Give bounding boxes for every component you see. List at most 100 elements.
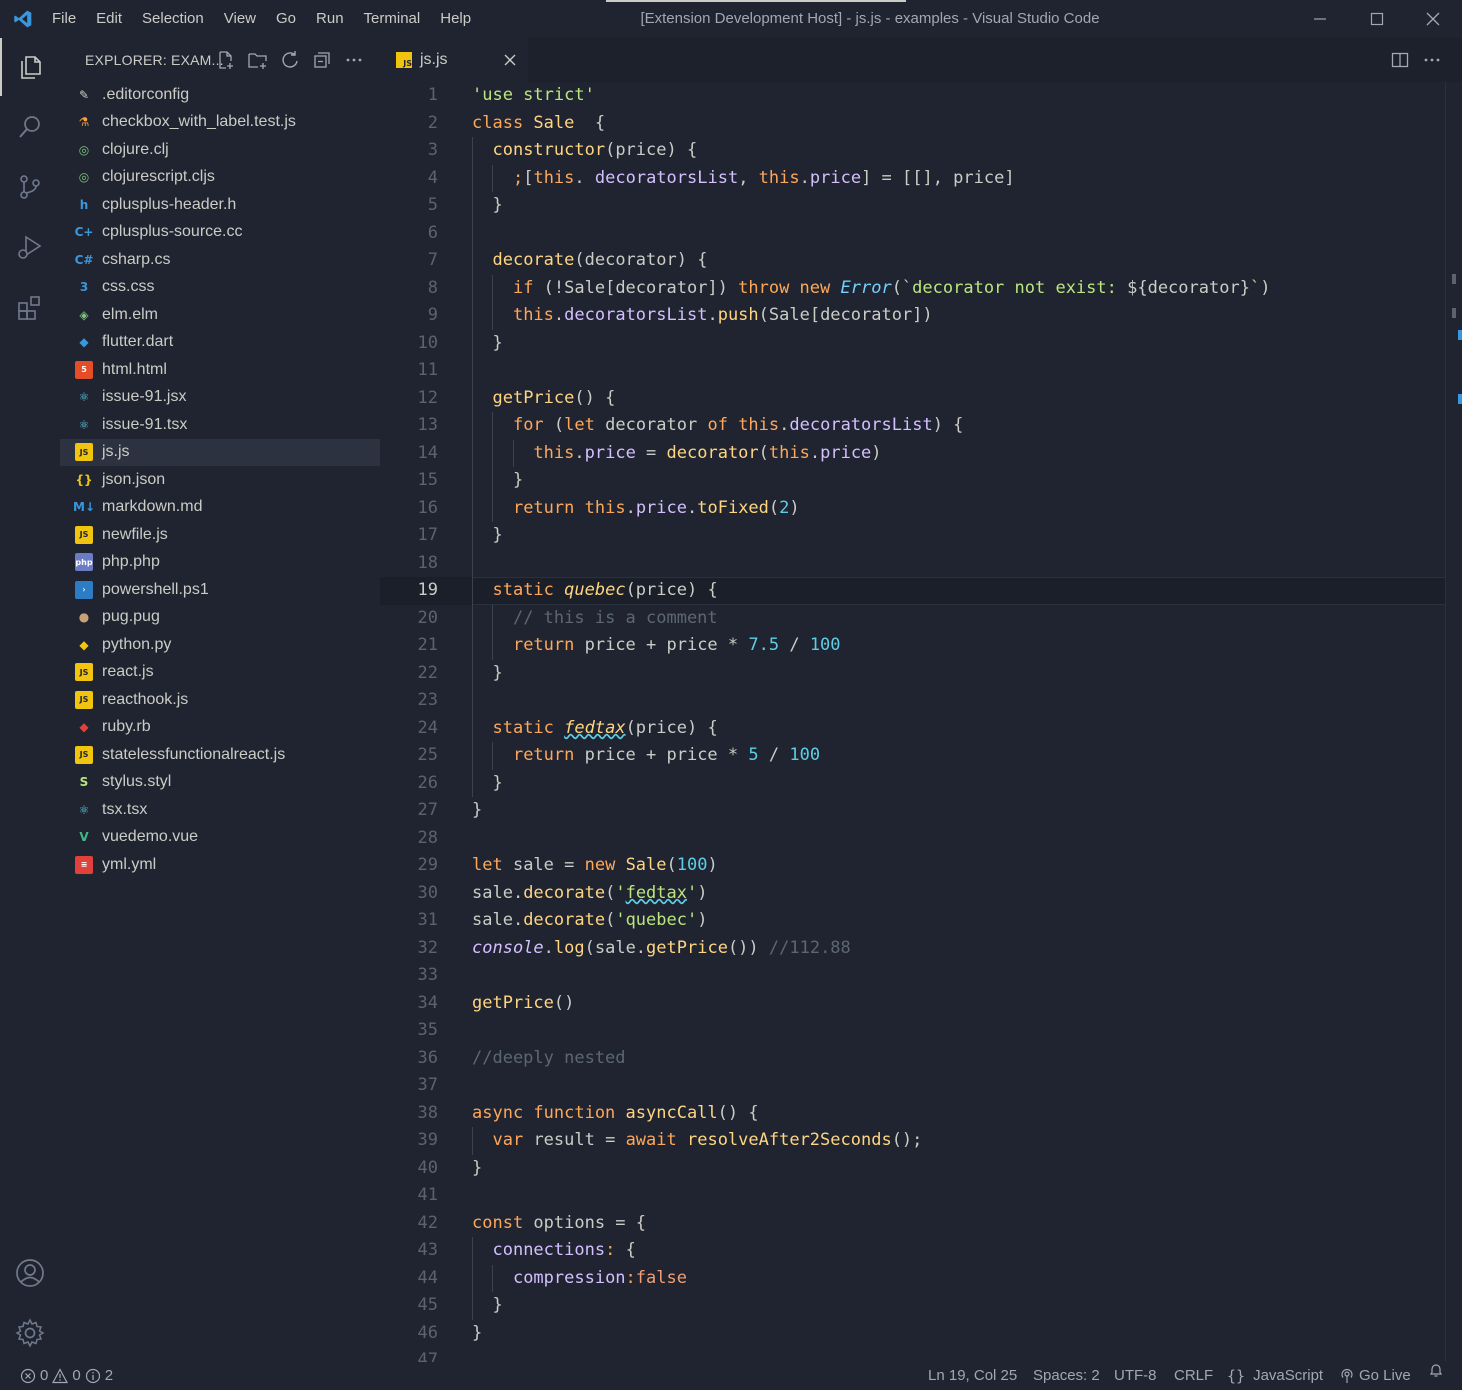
language-mode[interactable]: {} JavaScript (1227, 1362, 1323, 1390)
file-item[interactable]: › powershell.ps1 (60, 576, 380, 604)
activity-accounts[interactable] (0, 1244, 60, 1302)
activity-search[interactable] (0, 98, 60, 156)
menu-terminal[interactable]: Terminal (354, 0, 431, 38)
cursor-position[interactable]: Ln 19, Col 25 (928, 1362, 1017, 1390)
code-token: () { (574, 387, 616, 408)
file-item[interactable]: Sstylus.styl (60, 769, 380, 797)
code-line: 5 } (380, 192, 1446, 220)
file-item[interactable]: M↓ markdown.md (60, 494, 380, 522)
activity-settings[interactable] (0, 1304, 60, 1362)
code-line: 6 (380, 220, 1446, 248)
file-item[interactable]: JS reacthook.js (60, 686, 380, 714)
editor-more-button[interactable] (1416, 48, 1448, 72)
file-name: newfile.js (102, 525, 168, 543)
file-item[interactable]: JS newfile.js (60, 521, 380, 549)
refresh-button[interactable] (274, 48, 306, 72)
code-token: 7.5 (748, 635, 780, 655)
activity-extensions[interactable] (0, 278, 60, 336)
h-icon: h (79, 197, 89, 212)
file-item[interactable]: 5 html.html (60, 356, 380, 384)
menu-selection[interactable]: Selection (132, 0, 214, 38)
tab-js-js[interactable]: JS js.js (380, 38, 528, 82)
menu-edit[interactable]: Edit (86, 0, 132, 38)
file-item[interactable]: ⚛ issue-91.jsx (60, 384, 380, 412)
code-token: price + price * (574, 745, 749, 765)
encoding-status[interactable]: UTF-8 (1114, 1362, 1157, 1390)
editor-area: JS js.js 1'use strict' 2 class Sale {3 con… (380, 38, 1462, 1362)
collapse-all-button[interactable] (306, 48, 338, 72)
code-token: this (758, 167, 800, 188)
file-item[interactable]: ◎ clojure.clj (60, 136, 380, 164)
file-item[interactable]: JS statelessfunctionalreact.js (60, 741, 380, 769)
line-number: 20 (417, 607, 438, 628)
split-editor-icon (1391, 52, 1409, 68)
menu-help[interactable]: Help (430, 0, 481, 38)
tab-close-button[interactable] (502, 52, 518, 68)
line-content: return price + price * 5 / 100 (472, 742, 820, 770)
file-item[interactable]: php php.php (60, 549, 380, 577)
menu-view[interactable]: View (214, 0, 266, 38)
file-item[interactable]: ⚛ issue-91.tsx (60, 411, 380, 439)
file-item[interactable]: h cplusplus-header.h (60, 191, 380, 219)
file-item[interactable]: JS js.js (60, 438, 380, 466)
eol-status[interactable]: CRLF (1174, 1362, 1213, 1390)
notifications-button[interactable] (1428, 1362, 1444, 1378)
code-token: } (472, 662, 503, 683)
indent-guide (492, 1264, 494, 1292)
line-content: 'use strict' (472, 82, 595, 110)
file-item[interactable]: ◆ flutter.dart (60, 329, 380, 357)
line-content: compression:false (472, 1265, 687, 1293)
file-item[interactable]: ⚗ checkbox_with_label.test.js (60, 109, 380, 137)
code-token: 'quebec' (615, 910, 698, 930)
stylus-icon: S (79, 775, 89, 790)
maximize-button[interactable] (1348, 0, 1406, 38)
line-number: 9 (427, 305, 438, 325)
activity-source-control[interactable] (0, 158, 60, 216)
file-item[interactable]: ◈ elm.elm (60, 301, 380, 329)
file-item[interactable]: ◎ clojurescript.cljs (60, 164, 380, 192)
file-item[interactable]: ◆ python.py (60, 631, 380, 659)
go-live-button[interactable]: Go Live (1339, 1362, 1411, 1390)
code-editor[interactable]: 1'use strict' 2 class Sale {3 constructor(… (380, 82, 1446, 1362)
file-item[interactable]: ◆ ruby.rb (60, 714, 380, 742)
file-item[interactable]: ≡ yml.yml (60, 851, 380, 879)
code-token: this (533, 442, 575, 463)
file-item[interactable]: C# csharp.cs (60, 246, 380, 274)
problems-status[interactable]: 0 0 2 (20, 1362, 113, 1390)
code-token: if (512, 277, 534, 298)
activity-explorer[interactable] (0, 38, 60, 96)
line-number: 39 (417, 1130, 438, 1150)
minimize-button[interactable] (1291, 0, 1349, 38)
more-actions-button[interactable] (338, 48, 370, 72)
code-token: ] = [[], price] (861, 167, 1015, 188)
file-item[interactable]: JS react.js (60, 659, 380, 687)
activity-run-debug[interactable] (0, 218, 60, 276)
line-content: var result = await resolveAfter2Seconds(… (472, 1127, 922, 1155)
new-file-button[interactable] (210, 48, 242, 72)
file-item[interactable]: C+ cplusplus-source.cc (60, 219, 380, 247)
file-item[interactable]: ⚛ tsx.tsx (60, 796, 380, 824)
close-window-button[interactable] (1404, 0, 1462, 38)
menu-go[interactable]: Go (266, 0, 306, 38)
new-folder-button[interactable] (242, 48, 274, 72)
file-item[interactable]: 3 css.css (60, 274, 380, 302)
code-token: (); (891, 1130, 923, 1150)
file-name: pug.pug (102, 608, 160, 626)
file-item[interactable]: ● pug.pug (60, 604, 380, 632)
code-token: this (738, 415, 780, 435)
code-line: 40} (380, 1155, 1446, 1183)
indentation-status[interactable]: Spaces: 2 (1033, 1362, 1100, 1390)
menu-run[interactable]: Run (306, 0, 354, 38)
line-number: 38 (417, 1102, 438, 1123)
file-item[interactable]: {} json.json (60, 466, 380, 494)
code-token: ) (871, 442, 882, 463)
file-item[interactable]: ✎ .editorconfig (60, 81, 380, 109)
file-item[interactable]: Vvuedemo.vue (60, 824, 380, 852)
split-editor-button[interactable] (1384, 48, 1416, 72)
menu-file[interactable]: File (42, 0, 86, 38)
editor-scrollbar[interactable] (1445, 82, 1462, 1362)
code-line: 2 class Sale { (380, 110, 1446, 138)
code-token: price + price * (574, 635, 749, 655)
line-number: 37 (417, 1075, 438, 1095)
cpp-icon: C+ (74, 225, 94, 240)
